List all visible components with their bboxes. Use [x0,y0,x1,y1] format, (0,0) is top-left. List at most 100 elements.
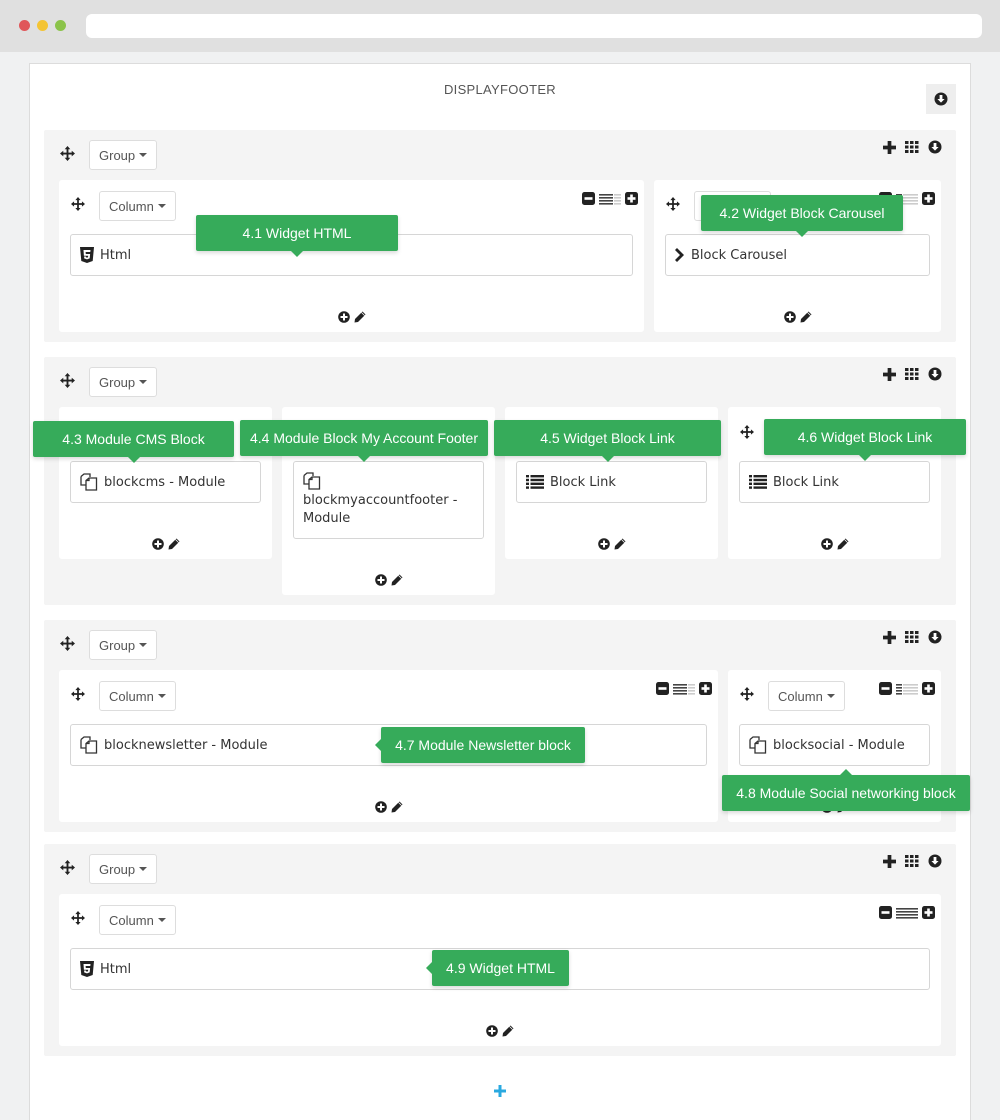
widget-item[interactable]: blockcms - Module [70,461,261,503]
add-column-icon[interactable] [883,141,896,154]
arrow-circle-down-icon[interactable] [928,140,942,154]
move-icon[interactable] [71,687,85,701]
widget-item[interactable]: blocksocial - Module [739,724,930,766]
arrow-circle-down-icon [934,92,948,106]
widget-label: blocksocial - Module [773,737,905,753]
hook-title: DISPLAYFOOTER [443,82,556,97]
edit-pencil-icon[interactable] [502,1025,514,1037]
add-column-icon[interactable] [883,631,896,644]
edit-pencil-icon[interactable] [837,538,849,550]
add-column-icon[interactable] [883,855,896,868]
column-width-tools [879,682,935,695]
minus-square-icon[interactable] [656,682,669,695]
widget-label: blocknewsletter - Module [104,737,268,753]
move-icon[interactable] [740,425,754,439]
move-icon[interactable] [71,911,85,925]
add-column-icon[interactable] [883,368,896,381]
edit-pencil-icon[interactable] [168,538,180,550]
column-dropdown[interactable]: Column [99,681,176,711]
grid-icon[interactable] [905,630,919,644]
group-dropdown-label: Group [99,861,136,877]
column-dropdown[interactable]: Column [768,681,845,711]
hook-collapse-button[interactable] [926,84,956,114]
add-widget-icon[interactable] [598,538,610,550]
widget-item[interactable]: Block Link [516,461,707,503]
add-widget-icon[interactable] [152,538,164,550]
plus-square-icon[interactable] [625,192,638,205]
grid-icon[interactable] [905,140,919,154]
edit-pencil-icon[interactable] [391,574,403,586]
edit-pencil-icon[interactable] [391,801,403,813]
add-row-icon[interactable] [494,1085,506,1097]
column-width-tools [879,906,935,919]
module-icon [303,472,321,490]
window-maximize-button[interactable] [55,20,66,31]
move-icon[interactable] [71,197,85,211]
group-toolbar [883,367,942,381]
move-icon[interactable] [60,373,75,388]
plus-square-icon[interactable] [699,682,712,695]
widget-item[interactable]: Block Carousel [665,234,930,276]
caret-down-icon [157,204,166,208]
tooltip: 4.4 Module Block My Account Footer [240,420,488,462]
move-icon[interactable] [60,146,75,161]
widget-label: Block Link [550,474,616,490]
edit-pencil-icon[interactable] [354,311,366,323]
column-width-tools [656,682,712,695]
arrow-circle-down-icon[interactable] [928,854,942,868]
tooltip: 4.9 Widget HTML [426,950,569,986]
add-widget-icon[interactable] [821,538,833,550]
widget-item[interactable]: Block Link [739,461,930,503]
move-icon[interactable] [740,687,754,701]
plus-square-icon[interactable] [922,192,935,205]
address-bar[interactable] [86,14,982,38]
group-dropdown[interactable]: Group [89,630,158,660]
widget-label: Block Link [773,474,839,490]
window-close-button[interactable] [19,20,30,31]
column-dropdown[interactable]: Column [99,191,176,221]
minus-square-icon[interactable] [582,192,595,205]
move-icon[interactable] [60,636,75,651]
column-width-tools [582,192,638,205]
arrow-circle-down-icon[interactable] [928,367,942,381]
grid-icon[interactable] [905,854,919,868]
column-dropdown-label: Column [109,688,154,704]
add-widget-icon[interactable] [338,311,350,323]
module-icon [80,736,98,754]
caret-down-icon [139,380,148,384]
add-widget-icon[interactable] [375,574,387,586]
group-dropdown[interactable]: Group [89,140,158,170]
column-dropdown-label: Column [109,198,154,214]
edit-pencil-icon[interactable] [800,311,812,323]
move-icon[interactable] [666,197,680,211]
tooltip: 4.2 Widget Block Carousel [701,195,903,237]
group-row: Group Column Html Colu [44,130,956,342]
column-dropdown[interactable]: Column [99,905,176,935]
window-minimize-button[interactable] [37,20,48,31]
grid-icon[interactable] [905,367,919,381]
arrow-circle-down-icon[interactable] [928,630,942,644]
tooltip: 4.6 Widget Block Link [764,419,966,461]
column-footer [59,538,272,550]
column-footer [505,538,718,550]
plus-square-icon[interactable] [922,682,935,695]
group-toolbar [883,630,942,644]
column-dropdown-label: Column [109,912,154,928]
tooltip: 4.8 Module Social networking block [722,769,970,811]
caret-down-icon [139,153,148,157]
column-width-icon [896,683,918,695]
minus-square-icon[interactable] [879,906,892,919]
add-widget-icon[interactable] [486,1025,498,1037]
widget-label: Html [100,247,132,263]
widget-label: Html [100,961,132,977]
add-widget-icon[interactable] [375,801,387,813]
minus-square-icon[interactable] [879,682,892,695]
group-dropdown[interactable]: Group [89,367,158,397]
caret-down-icon [139,643,148,647]
group-dropdown[interactable]: Group [89,854,158,884]
plus-square-icon[interactable] [922,906,935,919]
move-icon[interactable] [60,860,75,875]
edit-pencil-icon[interactable] [614,538,626,550]
add-widget-icon[interactable] [784,311,796,323]
widget-item[interactable]: blockmyaccountfooter - Module [293,461,484,539]
